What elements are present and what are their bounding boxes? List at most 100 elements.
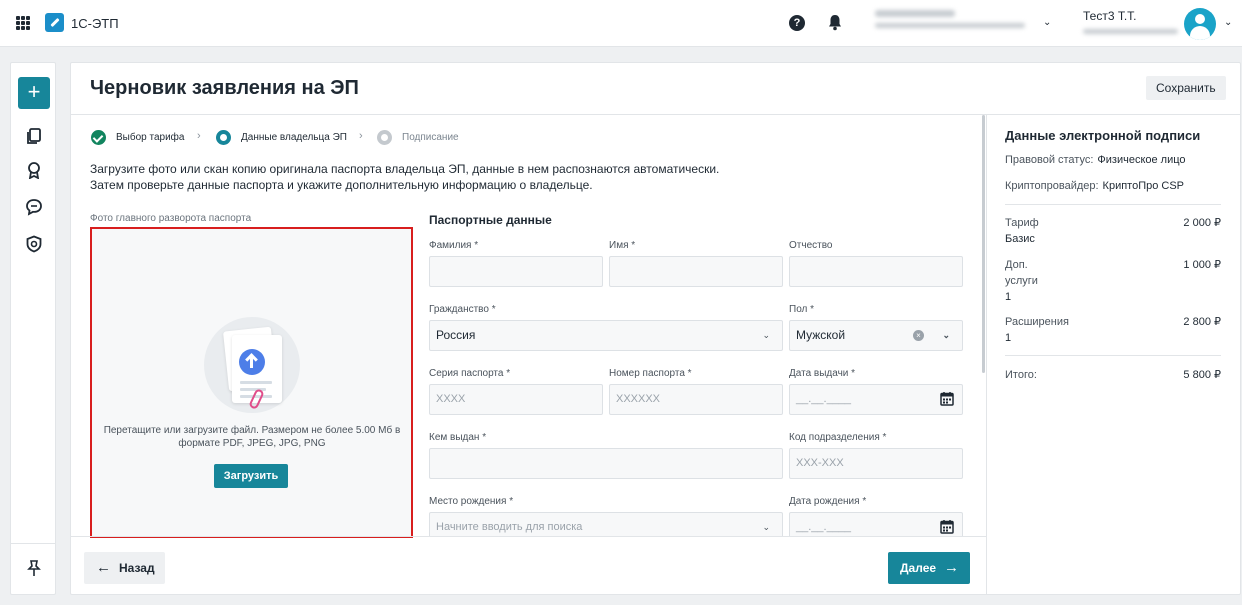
organization-selector[interactable] xyxy=(875,10,1035,38)
shield-icon[interactable] xyxy=(25,235,43,253)
calendar-icon[interactable] xyxy=(940,391,954,406)
avatar[interactable] xyxy=(1184,8,1216,40)
firstname-field[interactable] xyxy=(609,256,783,287)
middlename-field[interactable] xyxy=(789,256,963,287)
chevron-down-icon: ⌄ xyxy=(762,522,770,532)
intro-line: Загрузите фото или скан копию оригинала … xyxy=(90,162,720,176)
issue-date-label: Дата выдачи * xyxy=(789,368,856,379)
step-label: Данные владельца ЭП xyxy=(241,132,347,143)
next-button[interactable]: Далее → xyxy=(888,552,970,584)
back-button[interactable]: ← Назад xyxy=(84,552,165,584)
extensions-row: Расширения 1 2 800 ₽ xyxy=(1005,314,1221,346)
passport-number-field[interactable]: XXXXXX xyxy=(609,384,783,415)
chevron-down-icon: ⌄ xyxy=(762,330,770,340)
certificate-icon[interactable] xyxy=(25,161,43,179)
firstname-label: Имя * xyxy=(609,240,636,251)
back-label: Назад xyxy=(119,561,155,575)
issue-date-field[interactable]: __.__.____ xyxy=(789,384,963,415)
chevron-right-icon: › xyxy=(359,130,363,142)
bell-icon[interactable] xyxy=(828,14,842,31)
help-icon[interactable]: ? xyxy=(789,15,805,31)
extra-count: 1 xyxy=(1005,291,1012,303)
passport-series-field[interactable]: XXXX xyxy=(429,384,603,415)
gender-label: Пол * xyxy=(789,304,815,315)
extra-services-row: Доп. услуги 1 1 000 ₽ xyxy=(1005,257,1221,305)
documents-icon[interactable] xyxy=(25,127,43,145)
chat-icon[interactable] xyxy=(25,198,43,216)
birthplace-label: Место рождения * xyxy=(429,496,514,507)
tariff-row: Тариф Базис 2 000 ₽ xyxy=(1005,215,1221,247)
arrow-right-icon: → xyxy=(944,559,959,576)
step-active-icon xyxy=(216,130,231,145)
citizenship-select[interactable]: Россия ⌄ xyxy=(429,320,783,351)
extra-price: 1 000 ₽ xyxy=(1183,259,1221,271)
summary-divider xyxy=(986,114,987,594)
lastname-field[interactable] xyxy=(429,256,603,287)
add-button[interactable]: + xyxy=(18,77,50,109)
issued-by-label: Кем выдан * xyxy=(429,432,487,443)
total-price: 5 800 ₽ xyxy=(1183,369,1221,381)
birthplace-select[interactable]: Начните вводить для поиска ⌄ xyxy=(429,512,783,536)
gender-select[interactable]: Мужской × ⌄ xyxy=(789,320,963,351)
pin-icon[interactable] xyxy=(25,559,43,577)
clear-icon[interactable]: × xyxy=(913,330,924,341)
dept-code-field[interactable]: XXX-XXX xyxy=(789,448,963,479)
birthdate-label: Дата рождения * xyxy=(789,496,867,507)
app-title[interactable]: 1С-ЭТП xyxy=(71,16,119,31)
user-info[interactable]: Тест3 Т.Т. xyxy=(1083,9,1183,40)
step-label: Подписание xyxy=(402,132,459,143)
number-label: Номер паспорта * xyxy=(609,368,692,379)
save-button[interactable]: Сохранить xyxy=(1146,76,1226,100)
upload-button[interactable]: Загрузить xyxy=(214,464,288,488)
passport-section-title: Паспортные данные xyxy=(429,213,552,227)
tariff-name: Базис xyxy=(1005,233,1035,245)
legal-status-label: Правовой статус: xyxy=(1005,154,1094,166)
total-row: Итого: 5 800 ₽ xyxy=(1005,367,1221,383)
extensions-price: 2 800 ₽ xyxy=(1183,316,1221,328)
issue-date-placeholder: __.__.____ xyxy=(796,393,852,405)
step-signing[interactable]: Подписание xyxy=(377,130,459,145)
step-done-icon xyxy=(91,130,106,145)
upload-arrow-icon xyxy=(239,349,265,375)
crypto-label: Криптопровайдер: xyxy=(1005,180,1099,192)
step-label: Выбор тарифа xyxy=(116,132,185,143)
legal-status-row: Правовой статус: Физическое лицо xyxy=(1005,154,1186,166)
apps-grid-icon[interactable] xyxy=(16,16,30,30)
extensions-count: 1 xyxy=(1005,332,1012,344)
next-label: Далее xyxy=(900,561,937,575)
step-tariff[interactable]: Выбор тарифа xyxy=(91,130,184,145)
step-pending-icon xyxy=(377,130,392,145)
page-title: Черновик заявления на ЭП xyxy=(90,77,359,99)
footer-divider xyxy=(71,536,986,537)
summary-divider xyxy=(1005,355,1221,356)
birthdate-field[interactable]: __.__.____ xyxy=(789,512,963,536)
issued-by-field[interactable] xyxy=(429,448,783,479)
crypto-provider-row: Криптопровайдер: КриптоПро CSP xyxy=(1005,180,1184,192)
birthdate-placeholder: __.__.____ xyxy=(796,521,852,533)
user-name: Тест3 Т.Т. xyxy=(1083,9,1137,23)
calendar-icon[interactable] xyxy=(940,519,954,534)
top-bar: 1С-ЭТП ? ⌄ Тест3 Т.Т. ⌄ xyxy=(0,0,1242,47)
chevron-down-icon[interactable]: ⌄ xyxy=(1043,17,1051,28)
arrow-left-icon: ← xyxy=(96,559,111,576)
passport-upload-dropzone[interactable]: Перетащите или загрузите файл. Размером … xyxy=(90,227,413,538)
birthplace-placeholder: Начните вводить для поиска xyxy=(436,521,583,533)
tariff-price: 2 000 ₽ xyxy=(1183,217,1221,229)
intro-line: Затем проверьте данные паспорта и укажит… xyxy=(90,178,593,192)
chevron-down-icon[interactable]: ⌄ xyxy=(1224,17,1232,28)
form-scrollbar[interactable] xyxy=(982,115,985,373)
chevron-down-icon[interactable]: ⌄ xyxy=(942,321,950,350)
citizenship-value: Россия xyxy=(436,328,476,342)
crypto-value: КриптоПро CSP xyxy=(1102,180,1185,192)
chevron-right-icon: › xyxy=(197,130,201,142)
step-owner-data[interactable]: Данные владельца ЭП xyxy=(216,130,347,145)
lastname-label: Фамилия * xyxy=(429,240,479,251)
summary-divider xyxy=(1005,204,1221,205)
app-logo-icon xyxy=(45,13,64,32)
summary-title: Данные электронной подписи xyxy=(1005,128,1201,143)
middlename-label: Отчество xyxy=(789,240,833,251)
series-label: Серия паспорта * xyxy=(429,368,511,379)
citizenship-label: Гражданство * xyxy=(429,304,496,315)
gender-value: Мужской xyxy=(796,328,846,342)
upload-hint: Перетащите или загрузите файл. Размером … xyxy=(103,425,401,449)
